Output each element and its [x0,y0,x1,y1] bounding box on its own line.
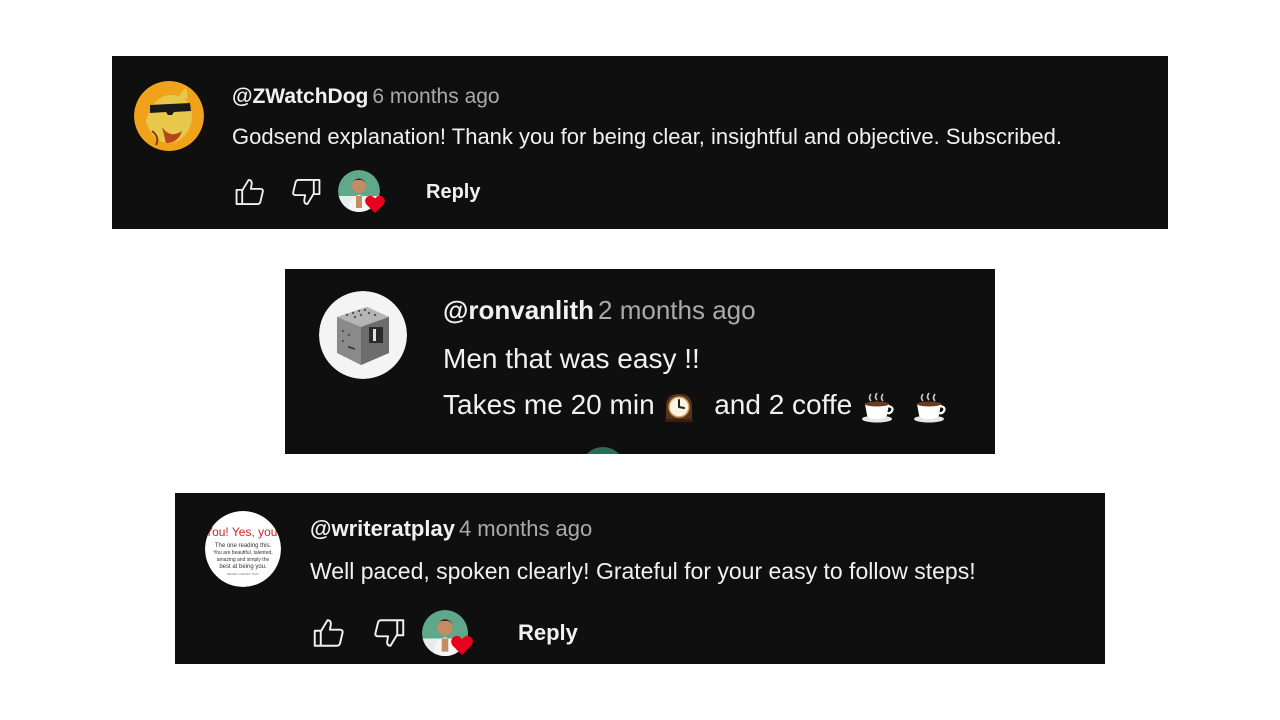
creator-heart [422,610,473,656]
comment-author[interactable]: @ronvanlith [443,295,594,325]
comment-card: You! Yes, you. The one reading this. You… [175,493,1105,664]
comment-actions: Reply [306,610,578,656]
comment-author[interactable]: @ZWatchDog [232,85,368,108]
thumbs-up-icon [313,619,344,647]
dislike-button[interactable] [284,170,328,214]
avatar[interactable]: You! Yes, you. The one reading this. You… [205,511,281,587]
heart-icon [365,195,385,214]
cartoon-dog-sunglasses-avatar [134,81,204,151]
reply-button[interactable]: Reply [426,181,480,204]
dislike-button[interactable] [366,610,412,656]
comment-author[interactable]: @writeratplay [310,516,455,541]
thumbs-down-icon [292,179,321,205]
thumbs-down-icon [374,619,405,647]
avatar[interactable] [319,291,407,379]
avatar[interactable] [134,81,204,151]
comment-text-line: Takes me 20 min and 2 coffe [443,389,948,424]
robot-cube-avatar [319,291,407,379]
comment-timestamp[interactable]: 6 months ago [372,85,499,108]
creator-heart [338,170,385,214]
avatar-text-line: amazing and simply the [217,557,270,563]
reply-button[interactable]: Reply [518,620,578,646]
comment-text: Men that was easy !! [443,343,700,374]
like-button[interactable] [228,170,272,214]
avatar-text-line: You are beautiful, talented, [213,550,272,556]
comment-timestamp[interactable]: 4 months ago [459,516,592,541]
text-quote-avatar: You! Yes, you. The one reading this. You… [205,511,281,587]
comment-text: Godsend explanation! Thank you for being… [232,124,1063,149]
avatar-text-line: best at being you. [219,564,267,570]
hot-beverage-emoji [913,392,946,423]
thumbs-up-icon [235,179,264,205]
comment-text: Well paced, spoken clearly! Grateful for… [310,558,976,584]
avatar-text-footer: NEVER FORGET THAT [227,572,259,576]
avatar-headline: You! Yes, you. [205,525,281,539]
comment-card: @ZWatchDog 6 months ago Godsend explanati… [112,56,1168,229]
comment-timestamp[interactable]: 2 months ago [598,295,756,325]
comment-actions: Reply [228,170,480,214]
comment-text-fragment: Takes me 20 min [443,389,655,420]
like-button[interactable] [306,610,352,656]
heart-icon [451,635,473,655]
avatar-text-line: The one reading this. [215,543,272,549]
hot-beverage-emoji [862,392,894,423]
mantelpiece-clock-emoji [665,393,694,422]
comment-text-fragment: and 2 coffe [714,389,853,420]
creator-avatar-partial [581,447,625,454]
comment-card: @ronvanlith 2 months ago Men that was eas… [285,269,995,454]
